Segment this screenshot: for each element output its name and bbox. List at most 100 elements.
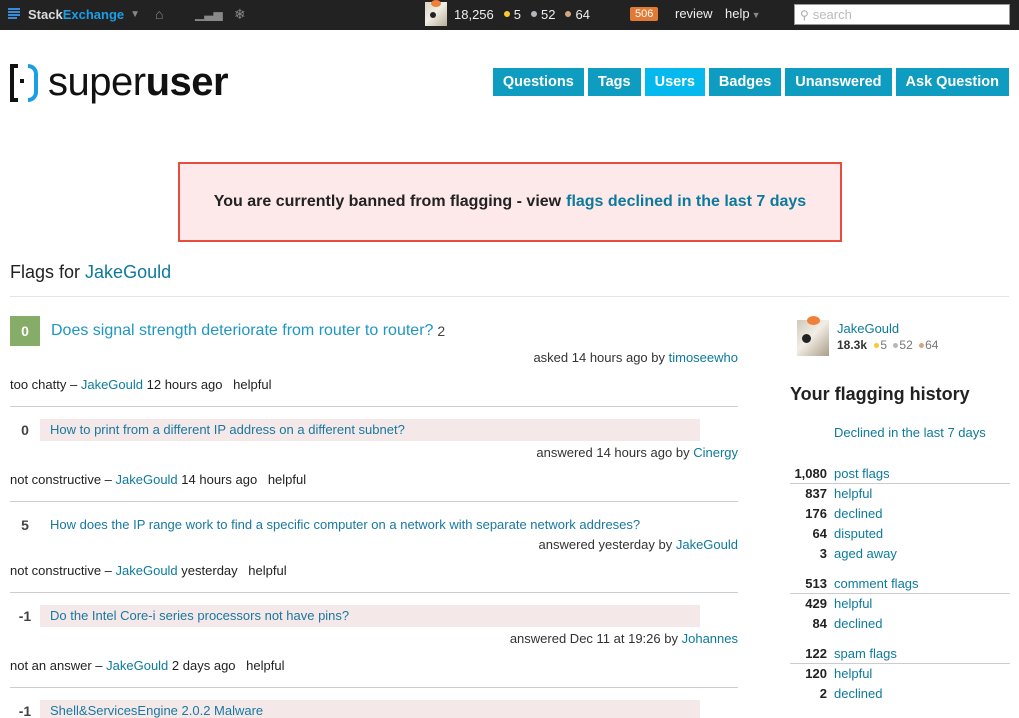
main-nav: Questions Tags Users Badges Unanswered A…	[489, 68, 1009, 96]
flagger-link[interactable]: JakeGould	[106, 658, 168, 673]
silver-badge-icon	[531, 11, 537, 17]
avatar[interactable]	[797, 316, 829, 356]
ban-text: You are currently banned from flagging -…	[213, 193, 562, 210]
achievements-icon[interactable]: ▁▃▅	[195, 7, 223, 21]
search-box[interactable]: ⚲	[794, 4, 1010, 25]
chevron-down-icon: ▼	[751, 10, 761, 20]
stat-total[interactable]: 1,080 post flags	[790, 464, 1010, 484]
flag-details: too chatty – JakeGould 12 hours ago help…	[10, 377, 272, 392]
post-byline: answered Dec 11 at 19:26 by Johannes	[509, 631, 738, 646]
author-link[interactable]: Johannes	[682, 631, 738, 646]
stat-total[interactable]: 513 comment flags	[790, 574, 1010, 594]
silver-badge-icon	[893, 343, 899, 349]
stackexchange-menu[interactable]: Stack Exchange ▼	[8, 7, 140, 22]
flagger-link[interactable]: JakeGould	[81, 377, 143, 392]
stat-row[interactable]: 176 declined	[790, 504, 1010, 524]
nav-users[interactable]: Users	[644, 68, 705, 96]
flagger-link[interactable]: JakeGould	[116, 563, 178, 578]
hats-icon[interactable]: ❄	[234, 6, 246, 23]
flag-item: -1 Shell&ServicesEngine 2.0.2 Malware	[10, 700, 738, 718]
vote-count: 0	[10, 316, 40, 346]
flag-details: not constructive – JakeGould 14 hours ag…	[10, 472, 307, 487]
review-link[interactable]: review	[675, 6, 713, 21]
page-title: Flags for JakeGould	[10, 262, 172, 282]
declined-last-7-days-link[interactable]: Declined in the last 7 days	[834, 425, 1010, 440]
post-byline: answered yesterday by JakeGould	[538, 537, 738, 552]
stat-row[interactable]: 3 aged away	[790, 544, 1010, 564]
author-link[interactable]: Cinergy	[693, 445, 738, 460]
flag-ban-notice: You are currently banned from flagging -…	[178, 162, 842, 242]
nav-ask-question[interactable]: Ask Question	[895, 68, 1009, 96]
stat-row[interactable]: 84 declined	[790, 614, 1010, 634]
brand-exchange: Exchange	[62, 7, 125, 22]
user-card[interactable]: 18,256 5 52 64	[425, 0, 600, 26]
flag-item: 5 How does the IP range work to find a s…	[10, 514, 738, 593]
answer-count: 2	[437, 323, 446, 339]
brand-stack: Stack	[28, 7, 63, 22]
sidebar: JakeGould 18.3k 5 52 64 Your flagging hi…	[790, 316, 1010, 704]
user-card: JakeGould 18.3k 5 52 64	[797, 316, 1010, 356]
flag-status: helpful	[267, 472, 307, 487]
silver-badge-count: 52	[541, 6, 556, 22]
top-bar: Stack Exchange ▼ ⌂ ▁▃▅ ❄ 18,256 5 52 64 5…	[0, 0, 1019, 30]
post-flags-group: 1,080 post flags 837 helpful 176 declined 6…	[790, 464, 1010, 564]
flag-item: 0 Does signal strength deteriorate from …	[10, 316, 738, 407]
logo-text: superuser	[48, 60, 229, 104]
stat-total[interactable]: 122 spam flags	[790, 644, 1010, 664]
bronze-badge-icon	[919, 343, 925, 349]
spam-flags-group: 122 spam flags 120 helpful 2 declined	[790, 644, 1010, 704]
declined-flags-link[interactable]: flags declined in the last 7 days	[566, 193, 806, 211]
comment-flags-group: 513 comment flags 429 helpful 84 declined	[790, 574, 1010, 634]
nav-unanswered[interactable]: Unanswered	[785, 68, 892, 96]
flag-item: -1 Do the Intel Core-i series processors…	[10, 605, 738, 688]
post-title-link[interactable]: How does the IP range work to find a spe…	[40, 514, 640, 536]
author-link[interactable]: JakeGould	[676, 537, 738, 552]
flag-details: not constructive – JakeGould yesterday h…	[10, 563, 287, 578]
post-title-link[interactable]: Does signal strength deteriorate from ro…	[51, 322, 433, 340]
post-byline: asked 14 hours ago by timoseewho	[533, 350, 738, 365]
user-link[interactable]: JakeGould	[85, 262, 171, 282]
reputation: 18,256	[454, 6, 494, 22]
bronze-badge-icon	[565, 11, 572, 17]
vote-count: -1	[18, 703, 32, 718]
superuser-logo[interactable]: superuser	[10, 60, 229, 105]
flag-list: 0 Does signal strength deteriorate from …	[10, 306, 738, 718]
search-input[interactable]	[812, 7, 993, 22]
nav-questions[interactable]: Questions	[492, 68, 584, 96]
vote-count: 5	[21, 517, 29, 533]
vote-count: -1	[18, 608, 32, 624]
gold-badge-count: 5	[513, 6, 521, 22]
help-menu[interactable]: help ▼	[725, 6, 761, 21]
author-link[interactable]: timoseewho	[669, 350, 738, 365]
flag-status: helpful	[246, 658, 285, 673]
gold-badge-icon	[874, 343, 880, 349]
vote-count: 0	[21, 422, 29, 438]
stat-row[interactable]: 429 helpful	[790, 594, 1010, 614]
chevron-down-icon: ▼	[130, 9, 141, 20]
inbox-icon[interactable]: ⌂	[155, 6, 163, 22]
user-link[interactable]: JakeGould	[837, 321, 941, 336]
post-title-link[interactable]: Do the Intel Core-i series processors no…	[40, 605, 700, 627]
flagging-history-heading: Your flagging history	[790, 384, 970, 404]
avatar[interactable]	[425, 0, 447, 26]
review-count-badge[interactable]: 506	[630, 7, 659, 21]
post-title-link[interactable]: How to print from a different IP address…	[40, 419, 700, 441]
flag-item: 0 How to print from a different IP addre…	[10, 419, 738, 502]
bronze-badge-count: 64	[575, 6, 590, 22]
divider	[10, 296, 1009, 297]
user-reputation: 18.3k 5 52 64	[837, 338, 939, 352]
flagger-link[interactable]: JakeGould	[116, 472, 178, 487]
superuser-logo-icon	[10, 63, 40, 102]
flag-status: helpful	[248, 563, 287, 578]
stat-row[interactable]: 120 helpful	[790, 664, 1010, 684]
stackexchange-icon	[8, 8, 20, 21]
help-label: help	[725, 6, 750, 21]
stat-row[interactable]: 837 helpful	[790, 484, 1010, 504]
stat-row[interactable]: 2 declined	[790, 684, 1010, 704]
post-title-link[interactable]: Shell&ServicesEngine 2.0.2 Malware	[40, 700, 700, 718]
stat-row[interactable]: 64 disputed	[790, 524, 1010, 544]
nav-tags[interactable]: Tags	[587, 68, 641, 96]
search-icon: ⚲	[800, 7, 809, 22]
nav-badges[interactable]: Badges	[708, 68, 782, 96]
gold-badge-icon	[503, 11, 510, 17]
